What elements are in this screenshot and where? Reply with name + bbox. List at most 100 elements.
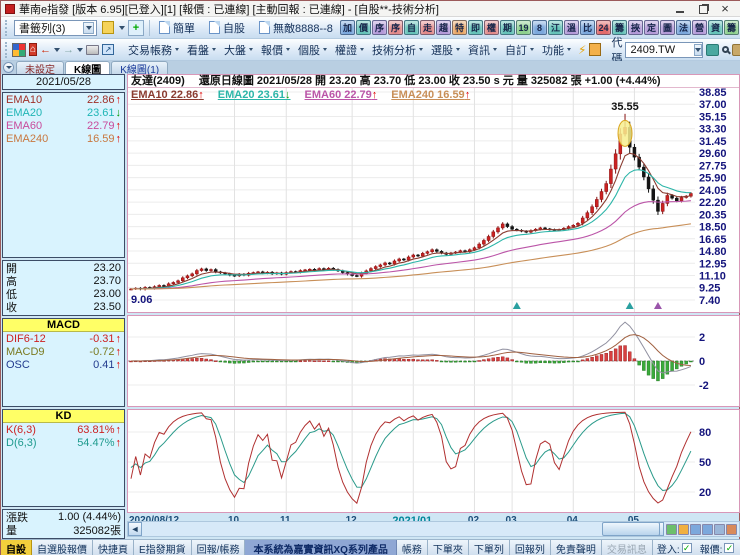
- bookmark-combo[interactable]: 書籤列(3): [14, 19, 97, 36]
- add-bookmark-icon[interactable]: +: [128, 19, 144, 36]
- svg-text:9.25: 9.25: [699, 283, 720, 295]
- bookmark-page-button[interactable]: 自股: [205, 19, 249, 37]
- menu-功能[interactable]: 功能: [538, 41, 575, 59]
- kd-chart[interactable]: 80 50 20: [128, 410, 739, 512]
- menu-權證[interactable]: 權證: [331, 41, 368, 59]
- checkbox-checked-icon[interactable]: ✓: [724, 543, 735, 553]
- quick-button-走[interactable]: 走: [420, 20, 435, 35]
- scrollbar-thumb[interactable]: [602, 522, 660, 536]
- bottom-button-免責聲明[interactable]: 免責聲明: [551, 540, 602, 555]
- tab-menu-icon[interactable]: [3, 62, 14, 73]
- ohlc-value-box: 開 23.20 高 23.70 低 23.00 收 23.50: [2, 260, 125, 316]
- chart-style-icon[interactable]: [726, 523, 737, 535]
- bottom-tab-回報/帳務[interactable]: 回報/帳務: [192, 540, 246, 555]
- quick-button-8[interactable]: 8: [532, 20, 547, 35]
- quick-button-江[interactable]: 江: [548, 20, 563, 35]
- tab-K線圖[interactable]: K線圖: [65, 61, 111, 76]
- restore-button[interactable]: [697, 4, 709, 14]
- notepad-icon[interactable]: [589, 42, 602, 58]
- print-icon[interactable]: [86, 42, 100, 58]
- bottom-tab-快捷頁[interactable]: 快捷頁: [93, 540, 134, 555]
- bookmark-page-button[interactable]: 簡單: [155, 19, 199, 37]
- minimize-button[interactable]: [675, 4, 687, 14]
- tab-未設定[interactable]: 未設定: [16, 61, 64, 76]
- chevron-down-icon[interactable]: [83, 21, 94, 34]
- bottom-button-下單列[interactable]: 下單列: [469, 540, 510, 555]
- price-panel[interactable]: 友達(2409) 還原日線圖 2021/05/28 開 23.20 高 23.7…: [127, 74, 740, 313]
- quick-button-權[interactable]: 權: [484, 20, 499, 35]
- zoom-fit-icon[interactable]: [702, 523, 713, 535]
- zoom-out-icon[interactable]: [690, 523, 701, 535]
- clock-icon[interactable]: [678, 523, 689, 535]
- quick-button-溫[interactable]: 溫: [564, 20, 579, 35]
- bottom-tab-自設[interactable]: 自設: [1, 540, 32, 555]
- macd-panel[interactable]: DIF6-12 -0.31↑MACD9 -0.72↑OSC 0.41↑ 20-2: [127, 315, 740, 407]
- tab-K線圖(1)[interactable]: K線圖(1): [111, 61, 169, 76]
- home-icon[interactable]: ⌂: [29, 43, 38, 56]
- quick-button-比[interactable]: 比: [580, 20, 595, 35]
- candlestick-chart[interactable]: 38.8537.0035.1533.3031.4529.6027.7525.90…: [128, 88, 739, 312]
- bottom-button-下單夾[interactable]: 下單夾: [428, 540, 469, 555]
- menu-看盤[interactable]: 看盤: [183, 41, 220, 59]
- quick-button-法[interactable]: 法: [676, 20, 691, 35]
- toolbar-grip[interactable]: [5, 41, 7, 58]
- chevron-down-icon[interactable]: [77, 47, 84, 52]
- quick-button-序[interactable]: 序: [388, 20, 403, 35]
- undo-icon[interactable]: [714, 523, 725, 535]
- back-icon[interactable]: ←: [40, 42, 51, 58]
- quick-button-自[interactable]: 自: [404, 20, 419, 35]
- quick-button-19[interactable]: 19: [516, 20, 531, 35]
- quick-button-籌[interactable]: 籌: [724, 20, 739, 35]
- bottom-tab-自選股報價[interactable]: 自選股報價: [32, 540, 93, 555]
- forward-icon[interactable]: →: [63, 42, 74, 58]
- hand-write-icon[interactable]: [732, 42, 740, 58]
- menu-交易帳務[interactable]: 交易帳務: [124, 41, 183, 59]
- menu-自訂[interactable]: 自訂: [501, 41, 538, 59]
- menu-報價[interactable]: 報價: [257, 41, 294, 59]
- search-icon[interactable]: [722, 42, 730, 58]
- menu-選股[interactable]: 選股: [427, 41, 464, 59]
- quick-button-營[interactable]: 營: [692, 20, 707, 35]
- chevron-down-icon[interactable]: [54, 47, 61, 52]
- quick-button-資[interactable]: 資: [708, 20, 723, 35]
- edit-bookmark-icon[interactable]: [100, 20, 116, 36]
- bottom-tab-E指發期貨[interactable]: E指發期貨: [134, 540, 192, 555]
- quick-button-加[interactable]: 加: [340, 20, 355, 35]
- checkbox-checked-icon[interactable]: ✓: [681, 543, 692, 553]
- bottom-button-帳務[interactable]: 帳務: [397, 540, 428, 555]
- quick-button-24[interactable]: 24: [596, 20, 611, 35]
- ema-value-box: EMA10 22.86 ↑ EMA20 23.61 ↓ EMA60 22.79 ↑ EMA240 1…: [2, 92, 125, 258]
- quick-button-定[interactable]: 定: [644, 20, 659, 35]
- kd-panel[interactable]: K(6,3) 63.81↑%D(6,3) 54.47↑% 805020: [127, 409, 740, 513]
- macd-chart[interactable]: 2 0 -2: [128, 316, 739, 406]
- stock-code-combo[interactable]: 2409.TW: [625, 41, 704, 58]
- lightning-icon[interactable]: ⚡: [578, 42, 586, 58]
- bottom-button-回報列[interactable]: 回報列: [510, 540, 551, 555]
- order-card-icon[interactable]: [706, 42, 720, 58]
- menu-個股[interactable]: 個股: [294, 41, 331, 59]
- menu-技術分析[interactable]: 技術分析: [368, 41, 427, 59]
- quick-button-期[interactable]: 期: [500, 20, 515, 35]
- toolbar-grip[interactable]: [5, 19, 9, 36]
- svg-text:11.10: 11.10: [699, 271, 726, 283]
- menu-資訊[interactable]: 資訊: [464, 41, 501, 59]
- chevron-down-icon[interactable]: [119, 25, 125, 30]
- popup-window-icon[interactable]: ↗: [102, 42, 115, 58]
- scrollbar-track[interactable]: [142, 522, 660, 536]
- quick-button-特[interactable]: 特: [452, 20, 467, 35]
- quick-button-趨[interactable]: 趨: [436, 20, 451, 35]
- quick-button-即[interactable]: 即: [468, 20, 483, 35]
- close-button[interactable]: ×: [719, 2, 731, 15]
- value-text: -0.31: [89, 332, 115, 345]
- draw-line-icon[interactable]: [666, 523, 677, 535]
- quick-button-挾[interactable]: 挾: [628, 20, 643, 35]
- quick-button-序[interactable]: 序: [372, 20, 387, 35]
- layout-grid-icon[interactable]: [12, 42, 26, 58]
- quick-button-圖[interactable]: 圖: [660, 20, 675, 35]
- quick-button-價[interactable]: 價: [356, 20, 371, 35]
- chevron-down-icon[interactable]: [694, 43, 703, 56]
- scroll-left-icon[interactable]: ◄: [128, 522, 142, 536]
- bookmark-page-button[interactable]: 無敵8888--8: [255, 19, 337, 37]
- menu-大盤[interactable]: 大盤: [220, 41, 257, 59]
- application-window: 華南e指發 [版本 6.95][已登入][1] [報價 : 已連線] [主動回報…: [0, 0, 740, 555]
